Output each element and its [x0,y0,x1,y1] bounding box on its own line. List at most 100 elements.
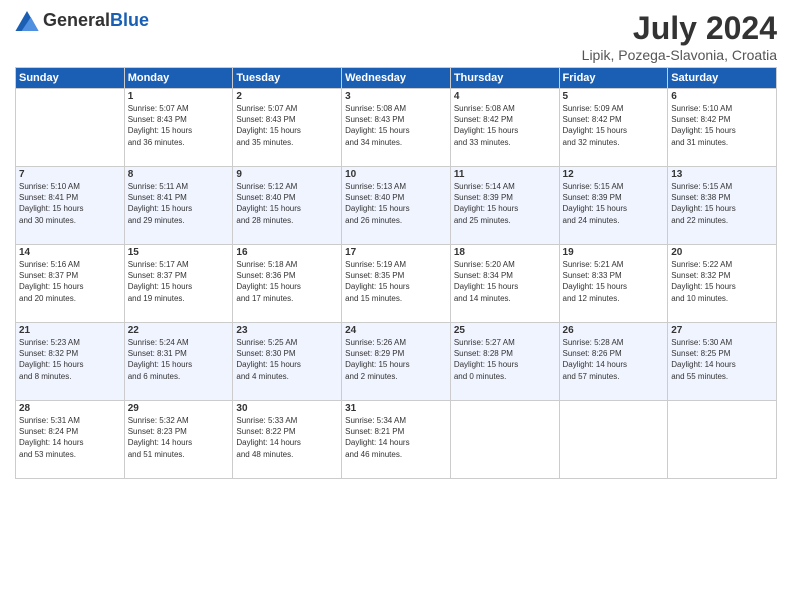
day-number: 11 [454,169,556,180]
calendar-cell: 18Sunrise: 5:20 AM Sunset: 8:34 PM Dayli… [450,245,559,323]
calendar-cell: 26Sunrise: 5:28 AM Sunset: 8:26 PM Dayli… [559,323,668,401]
header: GeneralBlue July 2024 Lipik, Pozega-Slav… [15,10,777,63]
calendar-cell: 11Sunrise: 5:14 AM Sunset: 8:39 PM Dayli… [450,167,559,245]
day-info: Sunrise: 5:33 AM Sunset: 8:22 PM Dayligh… [236,415,338,460]
day-number: 18 [454,247,556,258]
calendar-cell: 22Sunrise: 5:24 AM Sunset: 8:31 PM Dayli… [124,323,233,401]
day-info: Sunrise: 5:31 AM Sunset: 8:24 PM Dayligh… [19,415,121,460]
day-number: 20 [671,247,773,258]
title-block: July 2024 Lipik, Pozega-Slavonia, Croati… [582,10,777,63]
day-number: 21 [19,325,121,336]
day-info: Sunrise: 5:30 AM Sunset: 8:25 PM Dayligh… [671,337,773,382]
calendar-cell: 17Sunrise: 5:19 AM Sunset: 8:35 PM Dayli… [342,245,451,323]
header-thursday: Thursday [450,68,559,89]
location: Lipik, Pozega-Slavonia, Croatia [582,47,777,63]
day-number: 19 [563,247,665,258]
calendar-cell: 1Sunrise: 5:07 AM Sunset: 8:43 PM Daylig… [124,89,233,167]
day-info: Sunrise: 5:08 AM Sunset: 8:43 PM Dayligh… [345,103,447,148]
calendar-cell: 16Sunrise: 5:18 AM Sunset: 8:36 PM Dayli… [233,245,342,323]
calendar-cell: 12Sunrise: 5:15 AM Sunset: 8:39 PM Dayli… [559,167,668,245]
day-info: Sunrise: 5:34 AM Sunset: 8:21 PM Dayligh… [345,415,447,460]
day-number: 10 [345,169,447,180]
week-row-4: 21Sunrise: 5:23 AM Sunset: 8:32 PM Dayli… [16,323,777,401]
day-number: 27 [671,325,773,336]
day-number: 29 [128,403,230,414]
calendar-cell: 9Sunrise: 5:12 AM Sunset: 8:40 PM Daylig… [233,167,342,245]
day-number: 2 [236,91,338,102]
day-number: 30 [236,403,338,414]
week-row-3: 14Sunrise: 5:16 AM Sunset: 8:37 PM Dayli… [16,245,777,323]
logo-text: GeneralBlue [43,10,149,31]
days-header-row: Sunday Monday Tuesday Wednesday Thursday… [16,68,777,89]
day-info: Sunrise: 5:20 AM Sunset: 8:34 PM Dayligh… [454,259,556,304]
day-info: Sunrise: 5:10 AM Sunset: 8:42 PM Dayligh… [671,103,773,148]
day-info: Sunrise: 5:09 AM Sunset: 8:42 PM Dayligh… [563,103,665,148]
calendar-cell: 7Sunrise: 5:10 AM Sunset: 8:41 PM Daylig… [16,167,125,245]
calendar-cell: 25Sunrise: 5:27 AM Sunset: 8:28 PM Dayli… [450,323,559,401]
calendar-cell [450,401,559,479]
day-info: Sunrise: 5:14 AM Sunset: 8:39 PM Dayligh… [454,181,556,226]
day-info: Sunrise: 5:15 AM Sunset: 8:39 PM Dayligh… [563,181,665,226]
day-info: Sunrise: 5:12 AM Sunset: 8:40 PM Dayligh… [236,181,338,226]
calendar-cell: 28Sunrise: 5:31 AM Sunset: 8:24 PM Dayli… [16,401,125,479]
calendar-cell: 3Sunrise: 5:08 AM Sunset: 8:43 PM Daylig… [342,89,451,167]
calendar-cell: 29Sunrise: 5:32 AM Sunset: 8:23 PM Dayli… [124,401,233,479]
calendar-cell: 21Sunrise: 5:23 AM Sunset: 8:32 PM Dayli… [16,323,125,401]
logo-general: General [43,10,110,30]
header-sunday: Sunday [16,68,125,89]
calendar-cell: 10Sunrise: 5:13 AM Sunset: 8:40 PM Dayli… [342,167,451,245]
header-tuesday: Tuesday [233,68,342,89]
day-info: Sunrise: 5:17 AM Sunset: 8:37 PM Dayligh… [128,259,230,304]
day-info: Sunrise: 5:16 AM Sunset: 8:37 PM Dayligh… [19,259,121,304]
day-number: 12 [563,169,665,180]
calendar-cell: 27Sunrise: 5:30 AM Sunset: 8:25 PM Dayli… [668,323,777,401]
day-info: Sunrise: 5:07 AM Sunset: 8:43 PM Dayligh… [236,103,338,148]
calendar-cell [16,89,125,167]
day-number: 31 [345,403,447,414]
day-number: 16 [236,247,338,258]
logo-blue: Blue [110,10,149,30]
day-number: 28 [19,403,121,414]
header-wednesday: Wednesday [342,68,451,89]
day-info: Sunrise: 5:24 AM Sunset: 8:31 PM Dayligh… [128,337,230,382]
calendar-cell: 5Sunrise: 5:09 AM Sunset: 8:42 PM Daylig… [559,89,668,167]
day-info: Sunrise: 5:11 AM Sunset: 8:41 PM Dayligh… [128,181,230,226]
day-number: 23 [236,325,338,336]
calendar-body: 1Sunrise: 5:07 AM Sunset: 8:43 PM Daylig… [16,89,777,479]
week-row-5: 28Sunrise: 5:31 AM Sunset: 8:24 PM Dayli… [16,401,777,479]
calendar-cell: 31Sunrise: 5:34 AM Sunset: 8:21 PM Dayli… [342,401,451,479]
day-info: Sunrise: 5:15 AM Sunset: 8:38 PM Dayligh… [671,181,773,226]
logo: GeneralBlue [15,10,149,31]
day-info: Sunrise: 5:25 AM Sunset: 8:30 PM Dayligh… [236,337,338,382]
day-number: 4 [454,91,556,102]
calendar-cell: 2Sunrise: 5:07 AM Sunset: 8:43 PM Daylig… [233,89,342,167]
calendar-cell: 19Sunrise: 5:21 AM Sunset: 8:33 PM Dayli… [559,245,668,323]
header-monday: Monday [124,68,233,89]
calendar-cell: 8Sunrise: 5:11 AM Sunset: 8:41 PM Daylig… [124,167,233,245]
day-info: Sunrise: 5:32 AM Sunset: 8:23 PM Dayligh… [128,415,230,460]
calendar-cell [559,401,668,479]
day-number: 22 [128,325,230,336]
calendar-cell: 15Sunrise: 5:17 AM Sunset: 8:37 PM Dayli… [124,245,233,323]
day-number: 6 [671,91,773,102]
day-number: 8 [128,169,230,180]
day-info: Sunrise: 5:10 AM Sunset: 8:41 PM Dayligh… [19,181,121,226]
day-number: 9 [236,169,338,180]
day-info: Sunrise: 5:26 AM Sunset: 8:29 PM Dayligh… [345,337,447,382]
calendar-cell: 13Sunrise: 5:15 AM Sunset: 8:38 PM Dayli… [668,167,777,245]
day-number: 13 [671,169,773,180]
day-info: Sunrise: 5:23 AM Sunset: 8:32 PM Dayligh… [19,337,121,382]
calendar-cell: 6Sunrise: 5:10 AM Sunset: 8:42 PM Daylig… [668,89,777,167]
day-info: Sunrise: 5:13 AM Sunset: 8:40 PM Dayligh… [345,181,447,226]
day-number: 17 [345,247,447,258]
day-info: Sunrise: 5:28 AM Sunset: 8:26 PM Dayligh… [563,337,665,382]
day-number: 7 [19,169,121,180]
day-info: Sunrise: 5:22 AM Sunset: 8:32 PM Dayligh… [671,259,773,304]
day-info: Sunrise: 5:08 AM Sunset: 8:42 PM Dayligh… [454,103,556,148]
day-number: 24 [345,325,447,336]
calendar-cell: 4Sunrise: 5:08 AM Sunset: 8:42 PM Daylig… [450,89,559,167]
month-year: July 2024 [582,10,777,47]
page-container: GeneralBlue July 2024 Lipik, Pozega-Slav… [0,0,792,489]
logo-icon [15,11,39,31]
calendar-cell [668,401,777,479]
